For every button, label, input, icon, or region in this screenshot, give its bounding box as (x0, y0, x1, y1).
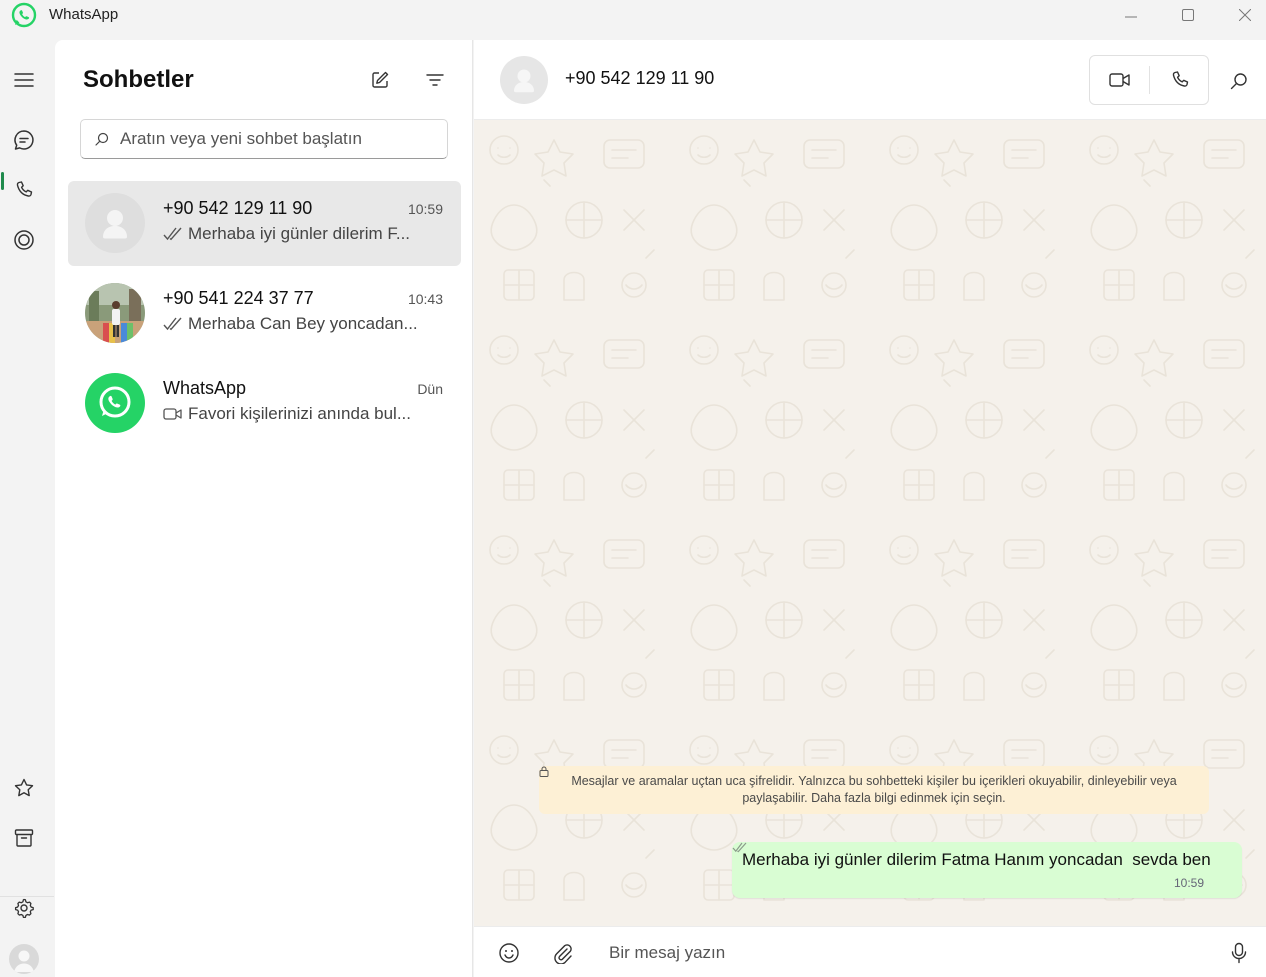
minimize-button[interactable] (1108, 0, 1154, 30)
filter-icon (426, 74, 444, 86)
lock-icon (539, 766, 549, 777)
attach-button[interactable] (550, 940, 576, 966)
double-check-icon (732, 842, 747, 853)
chat-item[interactable]: +90 541 224 37 77 10:43 Merhaba Can Bey … (68, 271, 461, 356)
search-input[interactable] (120, 120, 440, 158)
paperclip-icon (554, 944, 572, 964)
emoji-button[interactable] (496, 940, 522, 966)
chat-avatar-whatsapp (85, 373, 145, 433)
chats-tab[interactable] (7, 123, 41, 157)
chat-time: Dün (417, 381, 443, 397)
whatsapp-logo-icon (11, 2, 37, 28)
contact-avatar[interactable] (500, 56, 548, 104)
search-icon (95, 132, 109, 146)
starred-messages-button[interactable] (7, 771, 41, 805)
search-in-chat-button[interactable] (1226, 68, 1252, 94)
navigation-rail (0, 40, 54, 977)
call-buttons-group (1089, 55, 1209, 105)
message-composer (474, 926, 1266, 977)
chat-preview-text: Favori kişilerinizi anında bul... (188, 404, 411, 423)
chat-preview: Favori kişilerinizi anında bul... (163, 404, 443, 424)
profile-avatar-button[interactable] (9, 944, 39, 974)
calls-tab[interactable] (7, 173, 41, 207)
chat-name: WhatsApp (163, 378, 247, 398)
encryption-notice[interactable]: Mesajlar ve aramalar uçtan uca şifrelidi… (539, 766, 1209, 814)
emoji-icon (499, 943, 519, 963)
star-icon (14, 778, 34, 797)
microphone-icon (1231, 942, 1247, 964)
filter-button[interactable] (421, 66, 449, 94)
archive-icon (14, 829, 34, 847)
chat-preview-text: Merhaba Can Bey yoncadan... (188, 314, 418, 333)
chat-item[interactable]: WhatsApp Dün Favori kişilerinizi anında … (68, 361, 461, 446)
chat-list-title: Sohbetler (83, 66, 194, 93)
default-avatar-icon (514, 69, 534, 93)
maximize-button[interactable] (1165, 0, 1211, 30)
phone-icon (16, 181, 33, 197)
voice-call-button[interactable] (1150, 56, 1210, 104)
search-icon (1230, 73, 1247, 90)
maximize-icon (1182, 9, 1194, 21)
chat-avatar-photo (85, 283, 145, 343)
active-indicator (1, 172, 4, 190)
app-title: WhatsApp (49, 6, 119, 23)
chat-preview: Merhaba Can Bey yoncadan... (163, 314, 443, 334)
chat-time: 10:43 (407, 291, 443, 307)
chat-bubble-icon (14, 130, 34, 150)
conversation-panel: +90 542 129 11 90 Mesajlar ve aramalar u… (474, 40, 1266, 977)
video-call-button[interactable] (1090, 56, 1150, 104)
chat-preview: Merhaba iyi günler dilerim F... (163, 224, 443, 244)
message-time: 10:59 (1173, 876, 1204, 890)
video-icon (1109, 73, 1130, 87)
profile-photo (85, 283, 145, 343)
chat-name: +90 542 129 11 90 (163, 198, 313, 218)
compose-icon (372, 71, 389, 88)
archived-button[interactable] (7, 821, 41, 855)
close-icon (1239, 9, 1251, 21)
search-box[interactable] (80, 119, 448, 159)
double-check-icon (163, 227, 182, 241)
outgoing-message-bubble[interactable]: Merhaba iyi günler dilerim Fatma Hanım y… (732, 842, 1242, 898)
encryption-notice-text: Mesajlar ve aramalar uçtan uca şifrelidi… (571, 774, 1177, 805)
default-avatar-icon (103, 210, 127, 239)
avatar-icon (14, 950, 34, 972)
gear-icon (14, 898, 34, 919)
close-window-button[interactable] (1222, 0, 1266, 30)
new-chat-button[interactable] (366, 66, 394, 94)
double-check-icon (163, 317, 182, 331)
settings-button[interactable] (7, 891, 41, 925)
conversation-header[interactable]: +90 542 129 11 90 (474, 40, 1266, 120)
phone-icon (1172, 71, 1189, 87)
status-ring-icon (14, 230, 34, 250)
chat-item[interactable]: +90 542 129 11 90 10:59 Merhaba iyi günl… (68, 181, 461, 266)
chat-avatar (85, 193, 145, 253)
whatsapp-logo-icon (99, 386, 131, 418)
contact-name: +90 542 129 11 90 (565, 68, 715, 88)
status-tab[interactable] (7, 223, 41, 257)
chat-time: 10:59 (407, 201, 443, 217)
hamburger-icon (14, 73, 34, 87)
chat-preview-text: Merhaba iyi günler dilerim F... (188, 224, 411, 243)
menu-button[interactable] (7, 63, 41, 97)
video-icon (163, 408, 182, 420)
minimize-icon (1125, 16, 1137, 18)
title-bar: WhatsApp (0, 0, 1266, 40)
message-input[interactable] (609, 939, 1209, 967)
chat-list-panel: Sohbetler +90 542 129 11 90 10:59 Merhab… (55, 40, 473, 977)
voice-message-button[interactable] (1226, 940, 1252, 966)
message-text: Merhaba iyi günler dilerim Fatma Hanım y… (742, 850, 1211, 869)
chat-name: +90 541 224 37 77 (163, 288, 314, 308)
chat-wallpaper: Mesajlar ve aramalar uçtan uca şifrelidi… (474, 120, 1266, 926)
